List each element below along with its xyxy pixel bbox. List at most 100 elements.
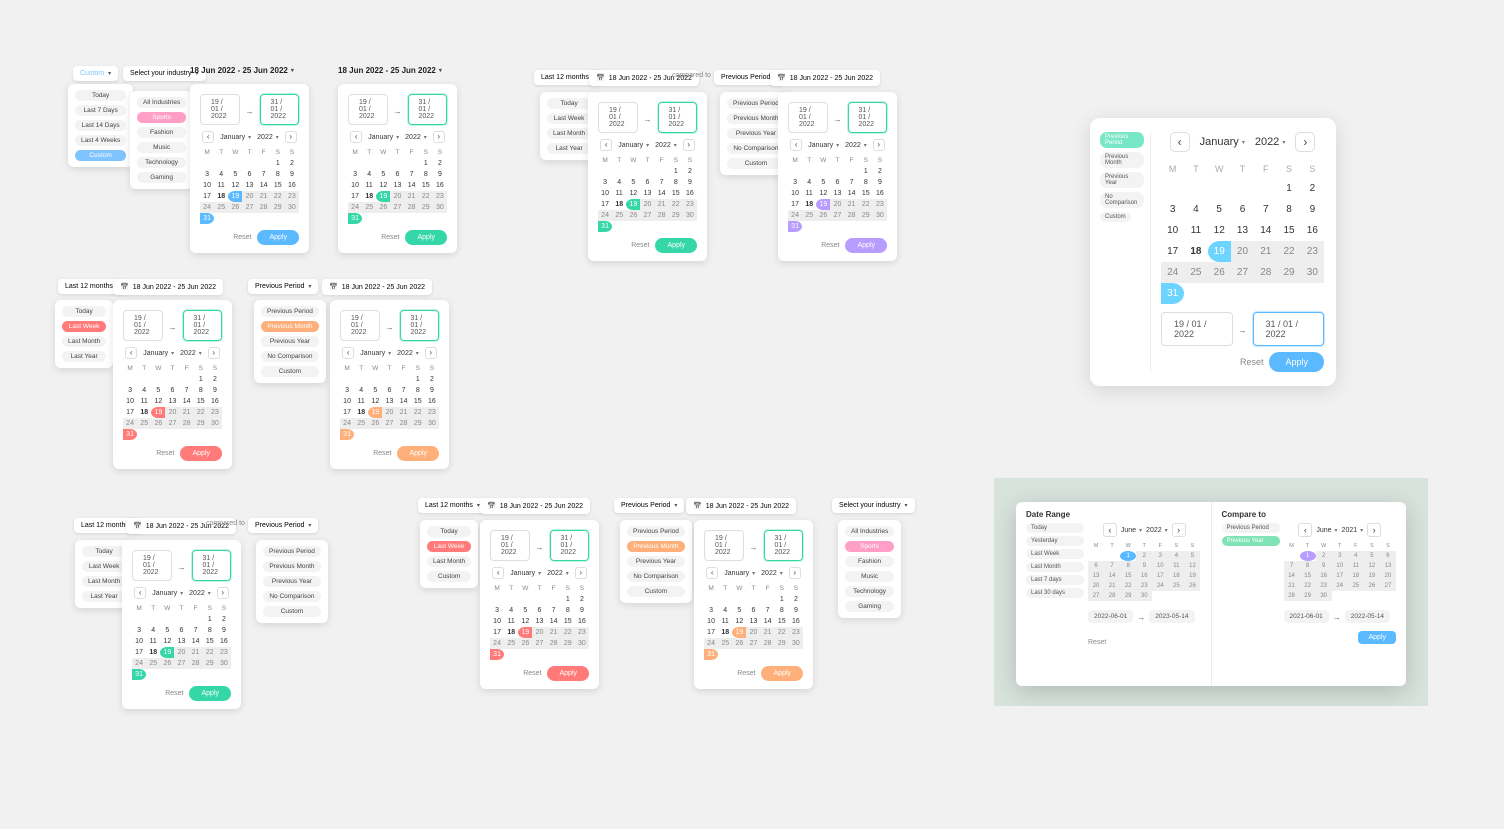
day-cell[interactable]: 30 bbox=[789, 638, 803, 649]
day-cell[interactable]: 18 bbox=[137, 407, 151, 418]
day-cell[interactable]: 22 bbox=[203, 647, 217, 658]
start-date-input[interactable]: 19 / 01 / 2022 bbox=[788, 102, 828, 133]
day-cell[interactable]: 17 bbox=[788, 199, 802, 210]
start-date-input[interactable]: 19 / 01 / 2022 bbox=[1161, 312, 1233, 346]
day-cell[interactable]: 26 bbox=[816, 210, 830, 221]
day-cell[interactable]: 4 bbox=[354, 385, 368, 396]
preset-item[interactable]: Last Month bbox=[1026, 562, 1084, 572]
day-cell[interactable]: 12 bbox=[1364, 561, 1380, 571]
day-cell[interactable]: 20 bbox=[746, 627, 760, 638]
day-cell[interactable]: 18 bbox=[1348, 571, 1364, 581]
year-select[interactable]: 2021 bbox=[1342, 527, 1364, 534]
day-cell[interactable]: 14 bbox=[405, 180, 419, 191]
day-cell[interactable]: 22 bbox=[859, 199, 873, 210]
month-select[interactable]: June bbox=[1121, 527, 1142, 534]
preset-item[interactable]: Previous Month bbox=[727, 113, 785, 124]
day-cell[interactable]: 17 bbox=[200, 191, 214, 202]
day-cell[interactable]: 31 bbox=[490, 649, 504, 660]
day-cell[interactable]: 11 bbox=[612, 188, 626, 199]
start-date-input[interactable]: 19 / 01 / 2022 bbox=[598, 102, 638, 133]
day-cell[interactable]: 11 bbox=[146, 636, 160, 647]
day-cell[interactable]: 1 bbox=[859, 166, 873, 177]
day-cell[interactable]: 9 bbox=[208, 385, 222, 396]
day-cell[interactable]: 29 bbox=[203, 658, 217, 669]
day-cell[interactable]: 16 bbox=[1301, 220, 1324, 241]
prev-trigger-3[interactable]: Previous Period bbox=[248, 518, 318, 533]
preset-item[interactable]: Previous Year bbox=[727, 128, 785, 139]
day-cell[interactable]: 18 bbox=[146, 647, 160, 658]
day-cell[interactable]: 10 bbox=[123, 396, 137, 407]
day-cell[interactable]: 8 bbox=[1277, 199, 1300, 220]
day-cell[interactable]: 22 bbox=[1277, 241, 1300, 262]
preset-item[interactable]: Previous Year bbox=[627, 556, 685, 567]
day-cell[interactable]: 2 bbox=[285, 158, 299, 169]
preset-item[interactable]: Technology bbox=[137, 157, 186, 168]
day-cell[interactable]: 23 bbox=[217, 647, 231, 658]
day-cell[interactable]: 15 bbox=[271, 180, 285, 191]
day-cell[interactable]: 23 bbox=[208, 407, 222, 418]
apply-button[interactable]: Apply bbox=[1358, 631, 1396, 644]
prev-month-button[interactable]: ‹ bbox=[125, 347, 137, 359]
day-cell[interactable]: 10 bbox=[788, 188, 802, 199]
prev-month-button[interactable]: ‹ bbox=[600, 139, 612, 151]
day-cell[interactable]: 14 bbox=[1284, 571, 1300, 581]
day-cell[interactable]: 22 bbox=[411, 407, 425, 418]
day-cell[interactable]: 1 bbox=[1277, 178, 1300, 199]
day-cell[interactable]: 24 bbox=[340, 418, 354, 429]
day-cell[interactable]: 12 bbox=[228, 180, 242, 191]
month-select[interactable]: January bbox=[220, 134, 251, 141]
preset-item[interactable]: Previous Month bbox=[1100, 152, 1144, 168]
day-cell[interactable]: 26 bbox=[1184, 581, 1200, 591]
day-cell[interactable]: 29 bbox=[669, 210, 683, 221]
preset-item[interactable]: Custom bbox=[261, 366, 319, 377]
day-cell[interactable]: 26 bbox=[368, 418, 382, 429]
day-cell[interactable]: 3 bbox=[704, 605, 718, 616]
day-cell[interactable]: 27 bbox=[390, 202, 404, 213]
day-cell[interactable]: 15 bbox=[561, 616, 575, 627]
day-cell[interactable]: 17 bbox=[598, 199, 612, 210]
prev-month-button[interactable]: ‹ bbox=[342, 347, 354, 359]
preset-item[interactable]: Last Week bbox=[1026, 549, 1084, 559]
day-cell[interactable]: 6 bbox=[174, 625, 188, 636]
day-cell[interactable]: 15 bbox=[775, 616, 789, 627]
day-cell[interactable]: 21 bbox=[189, 647, 203, 658]
day-cell[interactable]: 21 bbox=[1284, 581, 1300, 591]
day-cell[interactable]: 16 bbox=[433, 180, 447, 191]
day-cell[interactable]: 12 bbox=[1208, 220, 1231, 241]
day-cell[interactable]: 29 bbox=[859, 210, 873, 221]
day-cell[interactable]: 3 bbox=[490, 605, 504, 616]
month-select[interactable]: January bbox=[618, 142, 649, 149]
month-select[interactable]: January bbox=[360, 350, 391, 357]
preset-item[interactable]: Last Year bbox=[62, 351, 106, 362]
range-trigger-6[interactable]: 18 Jun 2022 - 25 Jun 2022 bbox=[480, 498, 590, 514]
day-cell[interactable]: 23 bbox=[575, 627, 589, 638]
day-cell[interactable]: 6 bbox=[746, 605, 760, 616]
from-input[interactable]: 2021-06-01 bbox=[1284, 610, 1329, 623]
day-cell[interactable]: 9 bbox=[217, 625, 231, 636]
day-cell[interactable]: 27 bbox=[746, 638, 760, 649]
day-cell[interactable]: 28 bbox=[189, 658, 203, 669]
day-cell[interactable]: 3 bbox=[1332, 551, 1348, 561]
day-cell[interactable]: 2 bbox=[1316, 551, 1332, 561]
end-date-input[interactable]: 31 / 01 / 2022 bbox=[658, 102, 698, 133]
day-cell[interactable]: 28 bbox=[845, 210, 859, 221]
day-cell[interactable]: 24 bbox=[200, 202, 214, 213]
day-cell[interactable]: 11 bbox=[718, 616, 732, 627]
end-date-input[interactable]: 31 / 01 / 2022 bbox=[848, 102, 888, 133]
day-cell[interactable]: 30 bbox=[683, 210, 697, 221]
day-cell[interactable]: 18 bbox=[612, 199, 626, 210]
preset-item[interactable]: Previous Period bbox=[627, 526, 685, 537]
day-cell[interactable]: 29 bbox=[1120, 591, 1136, 601]
start-date-input[interactable]: 19 / 01 / 2022 bbox=[490, 530, 530, 561]
month-select[interactable]: January bbox=[1200, 136, 1245, 148]
day-cell[interactable]: 4 bbox=[146, 625, 160, 636]
preset-item[interactable]: Sports bbox=[137, 112, 186, 123]
day-cell[interactable]: 24 bbox=[348, 202, 362, 213]
preset-item[interactable]: Last Week bbox=[82, 561, 126, 572]
day-cell[interactable]: 16 bbox=[425, 396, 439, 407]
day-cell[interactable]: 5 bbox=[1208, 199, 1231, 220]
preset-item[interactable]: Last Week bbox=[427, 541, 471, 552]
day-cell[interactable]: 26 bbox=[1364, 581, 1380, 591]
day-cell[interactable]: 10 bbox=[348, 180, 362, 191]
preset-item[interactable]: No Comparison bbox=[263, 591, 321, 602]
